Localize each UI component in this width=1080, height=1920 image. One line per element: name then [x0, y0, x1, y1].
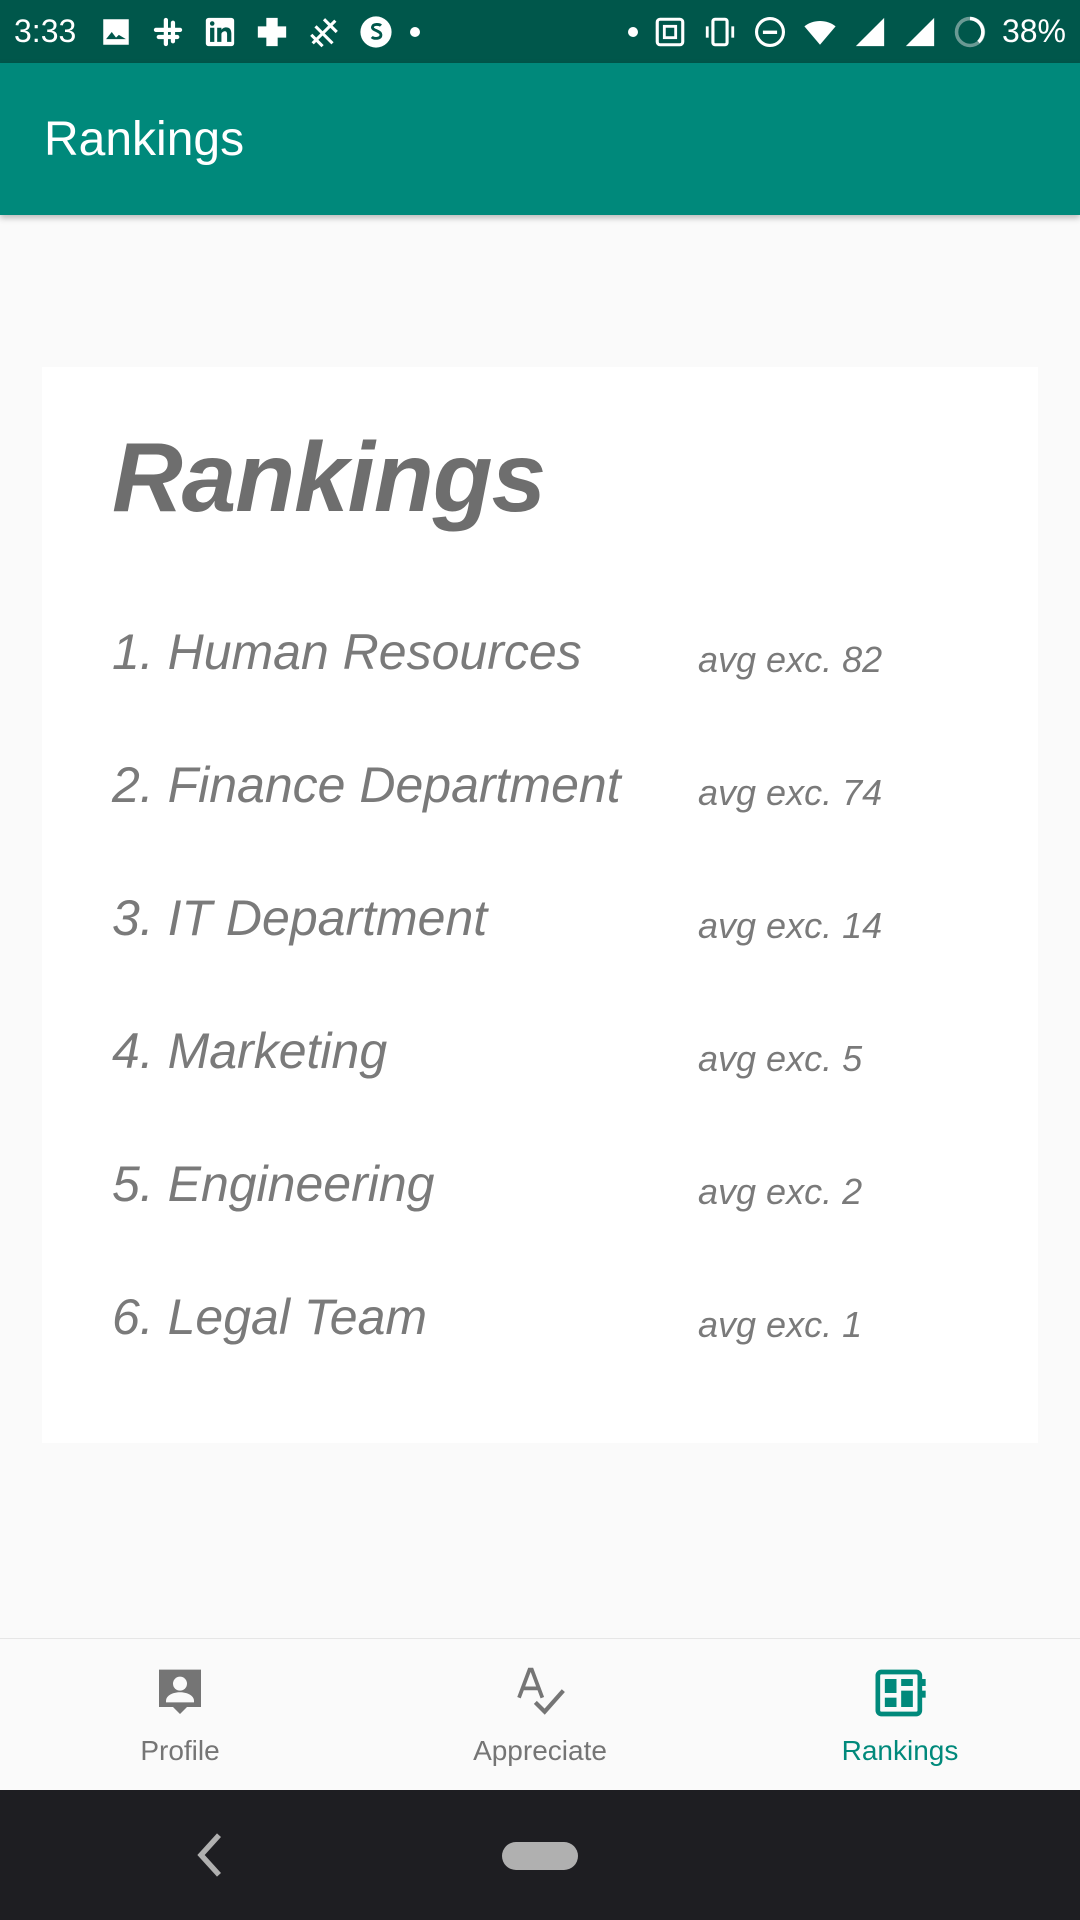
ranking-row: 2. Finance Department avg exc. 74	[112, 756, 972, 836]
ranking-score: avg exc. 82	[698, 639, 883, 680]
image-icon	[98, 14, 134, 50]
ranking-row: 4. Marketing avg exc. 5	[112, 1022, 972, 1102]
ranking-score: avg exc. 74	[698, 772, 883, 813]
status-dot	[627, 26, 638, 37]
cactus-icon	[306, 14, 342, 50]
ranking-row: 5. Engineering avg exc. 2	[112, 1155, 972, 1235]
ranking-score: avg exc. 14	[698, 905, 883, 946]
plus-icon	[254, 14, 290, 50]
ranking-department-name: 6. Legal Team	[112, 1289, 428, 1345]
app-bar: Rankings	[0, 63, 1080, 215]
rankings-card: Rankings 1. Human Resources avg exc. 82 …	[42, 367, 1038, 1443]
rankings-card-title: Rankings	[112, 422, 546, 532]
ranking-department-name: 5. Engineering	[112, 1156, 435, 1212]
ranking-row: 3. IT Department avg exc. 14	[112, 889, 972, 969]
nav-item-profile[interactable]: Profile	[0, 1639, 360, 1790]
ranking-department-name: 1. Human Resources	[112, 624, 582, 680]
ranking-score: avg exc. 2	[698, 1171, 863, 1212]
status-time: 3:33	[14, 13, 77, 49]
back-icon[interactable]	[190, 1828, 230, 1882]
nav-label-rankings: Rankings	[841, 1735, 959, 1766]
more-notifications-dot	[410, 26, 421, 37]
ranking-row: 1. Human Resources avg exc. 82	[112, 623, 972, 703]
nav-label-profile: Profile	[140, 1735, 220, 1766]
ranking-row: 6. Legal Team avg exc. 1	[112, 1288, 972, 1368]
dnd-icon	[752, 14, 788, 50]
nav-item-rankings[interactable]: Rankings	[720, 1639, 1080, 1790]
nfc-icon	[652, 14, 688, 50]
app-bar-title: Rankings	[44, 112, 245, 166]
ranking-department-name: 4. Marketing	[112, 1023, 388, 1079]
signal-x-icon	[852, 14, 888, 50]
bottom-navigation: Profile Appreciate Rankings	[0, 1638, 1080, 1790]
system-status-icons: 38%	[627, 13, 1066, 50]
battery-ring-icon	[952, 14, 988, 50]
status-bar: 3:33 38%	[0, 0, 1080, 63]
nav-label-appreciate: Appreciate	[473, 1735, 607, 1766]
spellcheck-icon	[512, 1665, 568, 1721]
s-logo-icon	[358, 14, 394, 50]
linkedin-icon	[202, 14, 238, 50]
ranking-department-name: 3. IT Department	[112, 890, 488, 946]
system-navigation-bar	[0, 1790, 1080, 1920]
home-pill-button[interactable]	[502, 1842, 578, 1870]
battery-percent: 38%	[1001, 13, 1066, 49]
dashboard-icon	[872, 1665, 928, 1721]
profile-icon	[152, 1665, 208, 1721]
vibrate-icon	[702, 14, 738, 50]
nav-item-appreciate[interactable]: Appreciate	[360, 1639, 720, 1790]
ranking-department-name: 2. Finance Department	[112, 757, 621, 813]
slack-icon	[150, 14, 186, 50]
notification-icons	[98, 14, 421, 50]
wifi-icon	[802, 14, 838, 50]
ranking-score: avg exc. 1	[698, 1304, 863, 1345]
signal-icon	[902, 14, 938, 50]
ranking-score: avg exc. 5	[698, 1038, 863, 1079]
